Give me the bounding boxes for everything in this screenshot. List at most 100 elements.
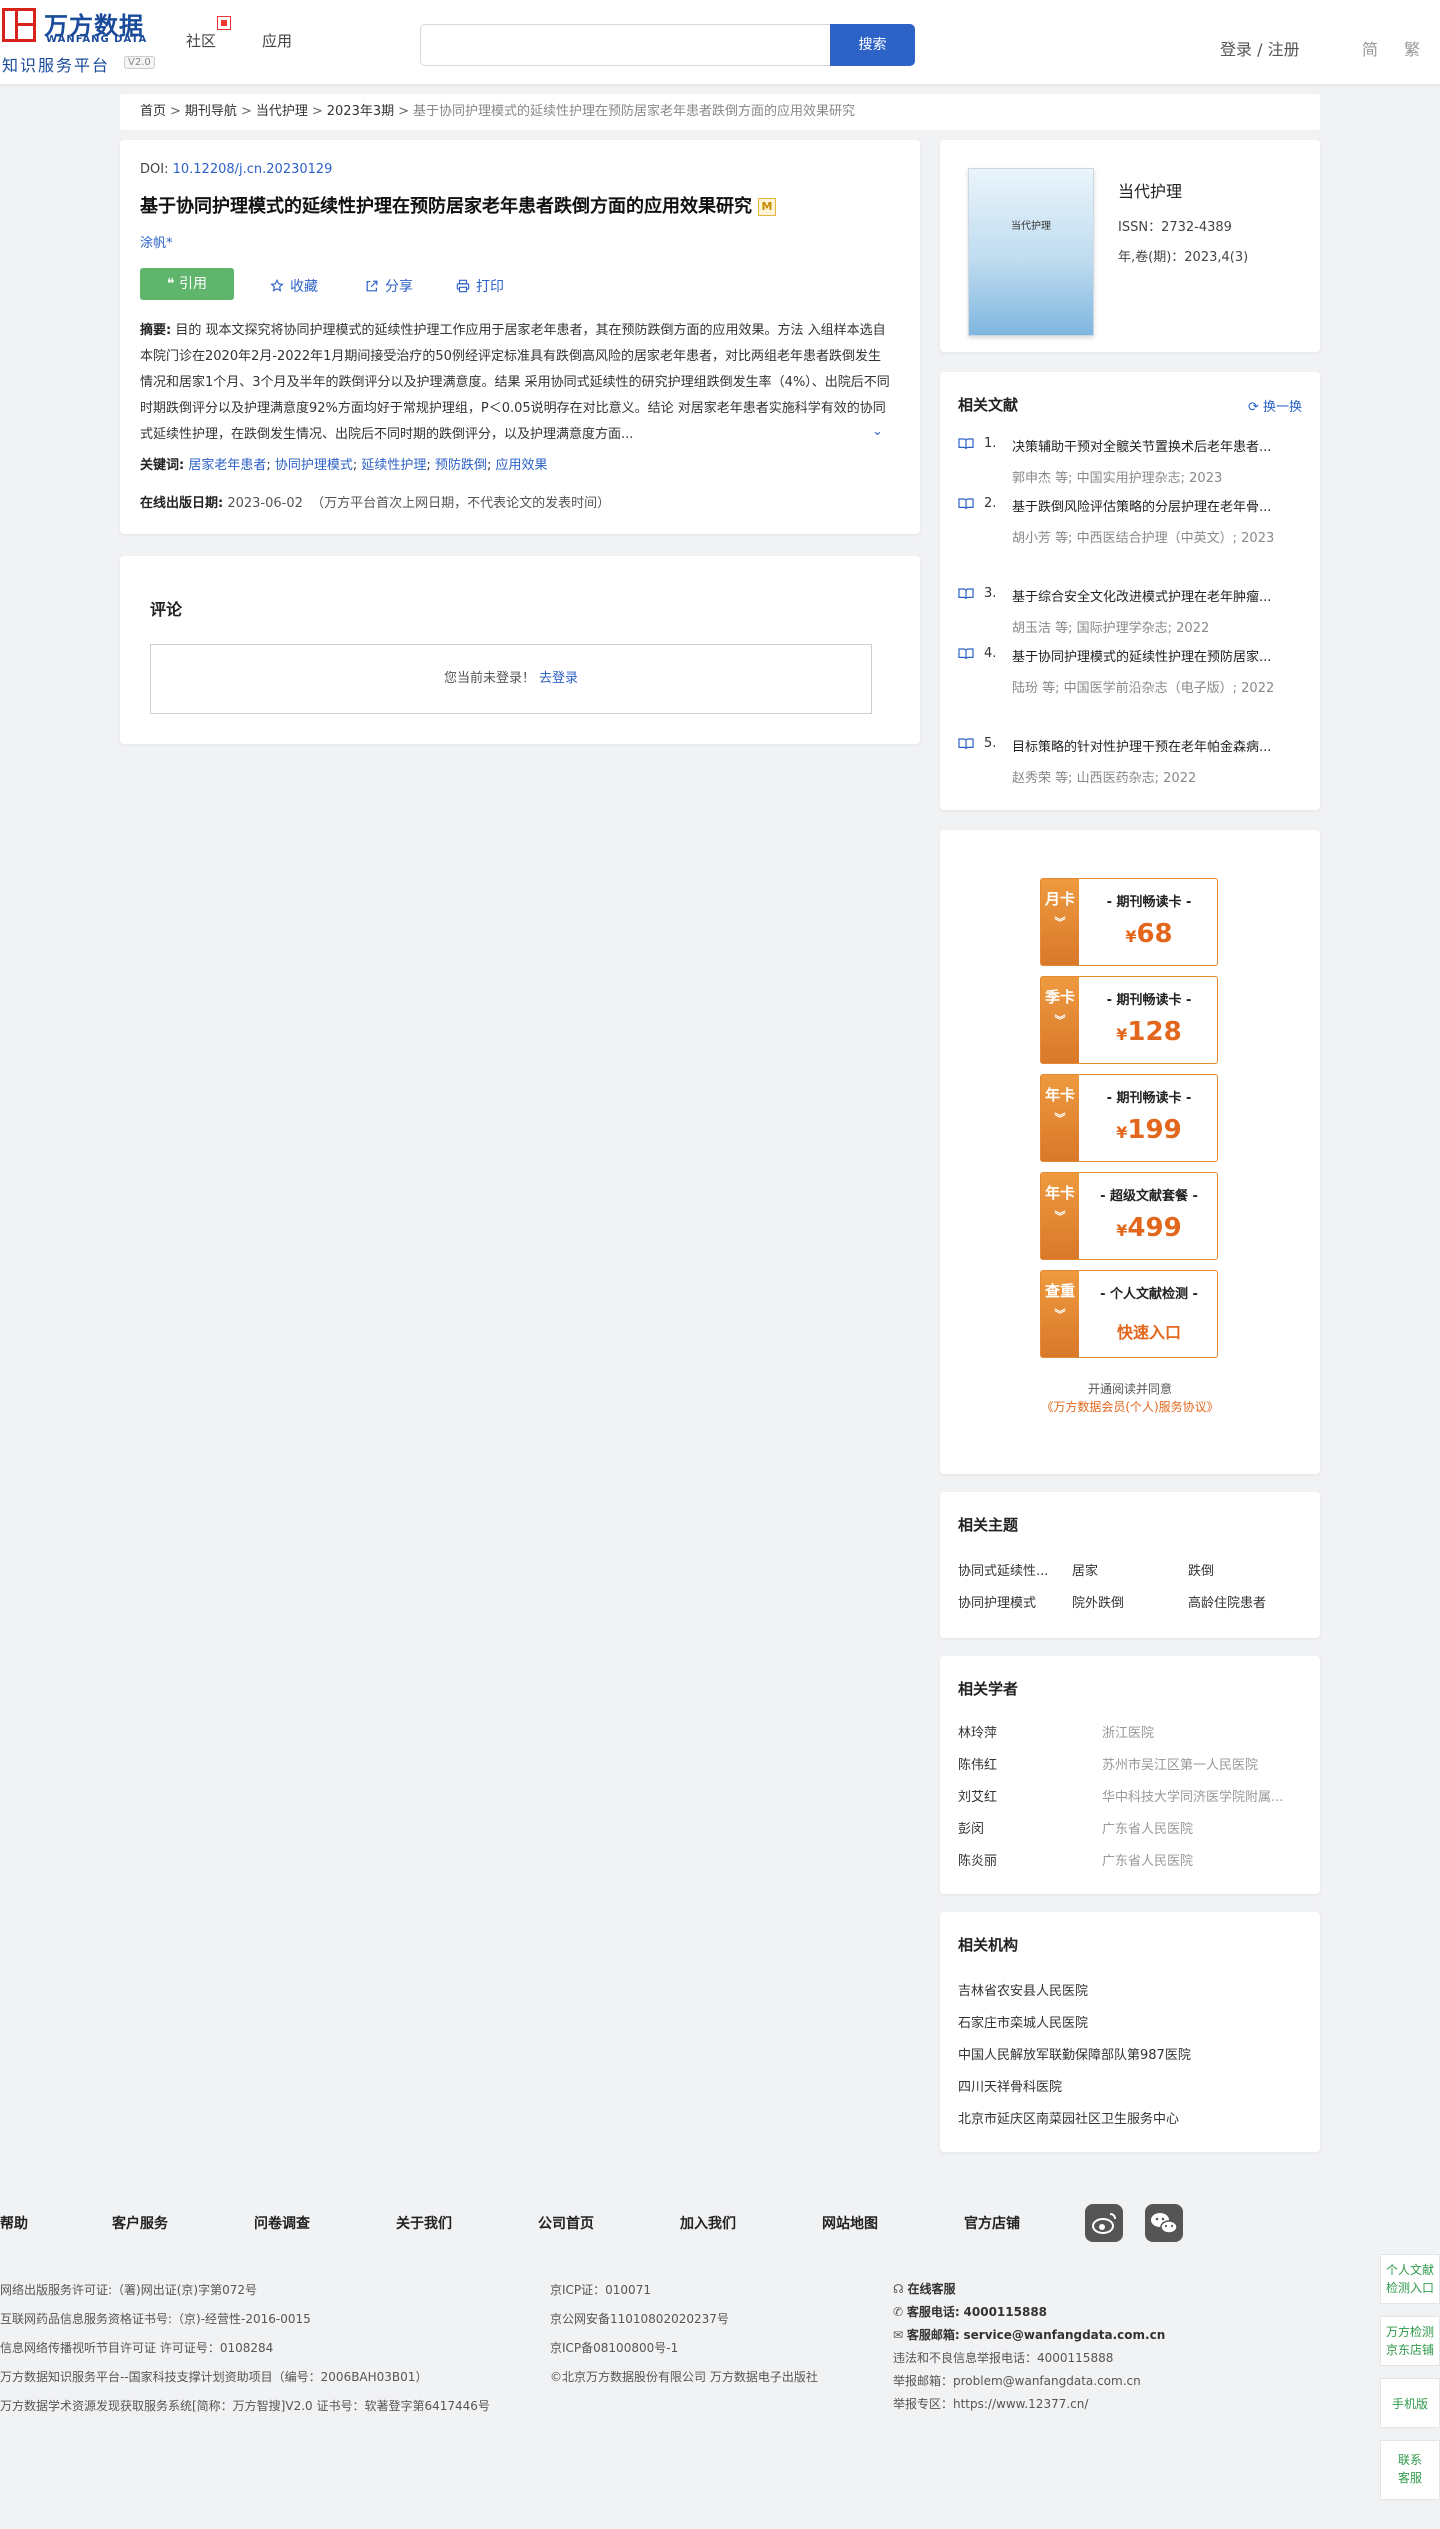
- scholar-org[interactable]: 华中科技大学同济医学院附属...: [1102, 1786, 1302, 1805]
- related-doc-title[interactable]: 基于综合安全文化改进模式护理在老年肿瘤...: [1012, 586, 1302, 605]
- nav-community[interactable]: 社区: [186, 30, 216, 51]
- scholar-org[interactable]: 广东省人民医院: [1102, 1818, 1302, 1837]
- org-link[interactable]: 北京市延庆区南菜园社区卫生服务中心: [958, 2108, 1179, 2127]
- footer-icp[interactable]: 京ICP证：010071: [550, 2281, 651, 2298]
- related-doc-meta: 陆玢 等; 中国医学前沿杂志（电子版）; 2022: [1012, 681, 1275, 696]
- footer-sitemap[interactable]: 网站地图: [822, 2213, 878, 2233]
- float-mobile[interactable]: 手机版: [1380, 2378, 1440, 2428]
- book-icon: [958, 588, 974, 600]
- scholar-name[interactable]: 陈伟红: [958, 1754, 997, 1773]
- scholar-org[interactable]: 广东省人民医院: [1102, 1850, 1302, 1869]
- author-link[interactable]: 涂帆*: [140, 232, 173, 251]
- related-doc-item[interactable]: 4. 基于协同护理模式的延续性护理在预防居家... 陆玢 等; 中国医学前沿杂志…: [958, 646, 1298, 732]
- keyword-link[interactable]: 居家老年患者: [188, 458, 266, 473]
- print-button[interactable]: 打印: [456, 276, 504, 296]
- org-link[interactable]: 中国人民解放军联勤保障部队第987医院: [958, 2044, 1191, 2063]
- wanfang-logo[interactable]: 万方数据 WANFANG DATA 知识服务平台 V2.0: [2, 8, 162, 75]
- footer-online-service[interactable]: ☊ 在线客服: [893, 2280, 956, 2297]
- footer-report-site[interactable]: 举报专区：https://www.12377.cn/: [893, 2395, 1088, 2412]
- related-doc-num: 4.: [984, 646, 997, 661]
- promo-quick-entry[interactable]: 快速入口: [1079, 1319, 1219, 1343]
- related-docs-title: 相关文献: [958, 396, 1019, 414]
- footer-join-us[interactable]: 加入我们: [680, 2213, 736, 2233]
- topic-link[interactable]: 居家: [1072, 1560, 1098, 1579]
- footer-about[interactable]: 关于我们: [396, 2213, 452, 2233]
- refresh-button[interactable]: ⟳ 换一换: [1248, 396, 1302, 415]
- journal-cover-title: 当代护理: [1011, 221, 1051, 232]
- related-doc-title[interactable]: 基于跌倒风险评估策略的分层护理在老年骨...: [1012, 496, 1302, 515]
- search-input[interactable]: [420, 24, 830, 66]
- promo-super-package[interactable]: 年卡 ︾ - 超级文献套餐 - ¥499: [1040, 1172, 1218, 1260]
- footer-customer-service[interactable]: 客户服务: [112, 2213, 168, 2233]
- breadcrumb-journal[interactable]: 当代护理: [256, 104, 308, 119]
- related-doc-title[interactable]: 目标策略的针对性护理干预在老年帕金森病...: [1012, 736, 1302, 755]
- expand-chevron-icon[interactable]: ⌄: [872, 424, 883, 439]
- journal-cover[interactable]: 当代护理: [968, 168, 1094, 336]
- scholar-name[interactable]: 刘艾红: [958, 1786, 997, 1805]
- org-link[interactable]: 吉林省农安县人民医院: [958, 1980, 1088, 1999]
- footer-phone: ✆ 客服电话: 4000115888: [893, 2303, 1047, 2320]
- login-register-link[interactable]: 登录 / 注册: [1220, 36, 1300, 60]
- weibo-icon[interactable]: [1085, 2204, 1123, 2242]
- promo-monthly[interactable]: 月卡 ︾ - 期刊畅读卡 - ¥68: [1040, 878, 1218, 966]
- float-jd-store[interactable]: 万方检测京东店铺: [1380, 2316, 1440, 2366]
- related-doc-item[interactable]: 3. 基于综合安全文化改进模式护理在老年肿瘤... 胡玉洁 等; 国际护理学杂志…: [958, 586, 1298, 642]
- promo-plagiarism-check[interactable]: 查重 ︾ - 个人文献检测 - 快速入口: [1040, 1270, 1218, 1358]
- keyword-link[interactable]: 延续性护理: [361, 458, 426, 473]
- service-agreement-link[interactable]: 《万方数据会员(个人)服务协议》: [940, 1398, 1320, 1415]
- promo-quarterly[interactable]: 季卡 ︾ - 期刊畅读卡 - ¥128: [1040, 976, 1218, 1064]
- related-doc-item[interactable]: 5. 目标策略的针对性护理干预在老年帕金森病... 赵秀荣 等; 山西医药杂志;…: [958, 736, 1298, 792]
- lang-simplified[interactable]: 简: [1362, 36, 1378, 60]
- topic-link[interactable]: 院外跌倒: [1072, 1592, 1124, 1611]
- share-button[interactable]: 分享: [365, 276, 413, 296]
- breadcrumb-sep: >: [240, 104, 252, 119]
- footer-icp[interactable]: 京公网安备11010802020237号: [550, 2310, 729, 2327]
- doi-link[interactable]: 10.12208/j.cn.20230129: [173, 162, 333, 177]
- scholar-org[interactable]: 浙江医院: [1102, 1722, 1302, 1741]
- scholar-name[interactable]: 彭闵: [958, 1818, 984, 1837]
- topic-link[interactable]: 协同式延续性...: [958, 1560, 1048, 1579]
- footer-company-home[interactable]: 公司首页: [538, 2213, 594, 2233]
- keyword-link[interactable]: 预防跌倒: [435, 458, 487, 473]
- nav-apps[interactable]: 应用: [262, 30, 292, 51]
- top-header: 万方数据 WANFANG DATA 知识服务平台 V2.0 社区 应用 搜索 登…: [0, 0, 1440, 84]
- related-doc-item[interactable]: 1. 决策辅助干预对全髋关节置换术后老年患者... 郭申杰 等; 中国实用护理杂…: [958, 436, 1298, 492]
- breadcrumb-home[interactable]: 首页: [140, 104, 166, 119]
- topic-link[interactable]: 跌倒: [1188, 1560, 1214, 1579]
- footer-survey[interactable]: 问卷调查: [254, 2213, 310, 2233]
- scholar-org[interactable]: 苏州市吴江区第一人民医院: [1102, 1754, 1302, 1773]
- footer-license: 万方数据学术资源发现获取服务系统[简称：万方智搜]V2.0 证书号：软著登字第6…: [0, 2399, 490, 2413]
- footer-help[interactable]: 帮助: [0, 2213, 28, 2233]
- journal-name[interactable]: 当代护理: [1118, 178, 1182, 202]
- breadcrumb-journals[interactable]: 期刊导航: [185, 104, 237, 119]
- breadcrumb-issue[interactable]: 2023年3期: [327, 104, 394, 119]
- related-doc-title[interactable]: 决策辅助干预对全髋关节置换术后老年患者...: [1012, 436, 1302, 455]
- float-contact[interactable]: 联系客服: [1380, 2440, 1440, 2500]
- favorite-button[interactable]: 收藏: [270, 276, 318, 296]
- footer-icp[interactable]: 京ICP备08100800号-1: [550, 2339, 678, 2356]
- related-doc-title[interactable]: 基于协同护理模式的延续性护理在预防居家...: [1012, 646, 1302, 665]
- scholar-name[interactable]: 林玲萍: [958, 1722, 997, 1741]
- keyword-link[interactable]: 应用效果: [495, 458, 547, 473]
- footer-official-store[interactable]: 官方店铺: [964, 2213, 1020, 2233]
- search-button[interactable]: 搜索: [830, 24, 915, 66]
- scholar-name[interactable]: 陈炎丽: [958, 1850, 997, 1869]
- related-doc-item[interactable]: 2. 基于跌倒风险评估策略的分层护理在老年骨... 胡小芳 等; 中西医结合护理…: [958, 496, 1298, 582]
- wechat-glyph: [1151, 2213, 1178, 2234]
- price-value: 68: [1136, 919, 1173, 949]
- promo-yearly[interactable]: 年卡 ︾ - 期刊畅读卡 - ¥199: [1040, 1074, 1218, 1162]
- go-login-link[interactable]: 去登录: [539, 671, 578, 686]
- org-link[interactable]: 石家庄市栾城人民医院: [958, 2012, 1088, 2031]
- topic-link[interactable]: 高龄住院患者: [1188, 1592, 1266, 1611]
- email-value[interactable]: service@wanfangdata.com.cn: [964, 2328, 1166, 2342]
- cite-button[interactable]: ❝ 引用: [140, 268, 234, 300]
- topic-link[interactable]: 协同护理模式: [958, 1592, 1036, 1611]
- lang-traditional[interactable]: 繁: [1404, 36, 1420, 60]
- related-topics-title: 相关主题: [958, 1516, 1019, 1534]
- keywords: 关键词: 居家老年患者; 协同护理模式; 延续性护理; 预防跌倒; 应用效果: [140, 458, 548, 473]
- float-personal-check[interactable]: 个人文献检测入口: [1380, 2254, 1440, 2304]
- online-date-label: 在线出版日期:: [140, 496, 224, 511]
- wechat-icon[interactable]: [1145, 2204, 1183, 2242]
- keyword-link[interactable]: 协同护理模式: [275, 458, 353, 473]
- org-link[interactable]: 四川天祥骨科医院: [958, 2076, 1062, 2095]
